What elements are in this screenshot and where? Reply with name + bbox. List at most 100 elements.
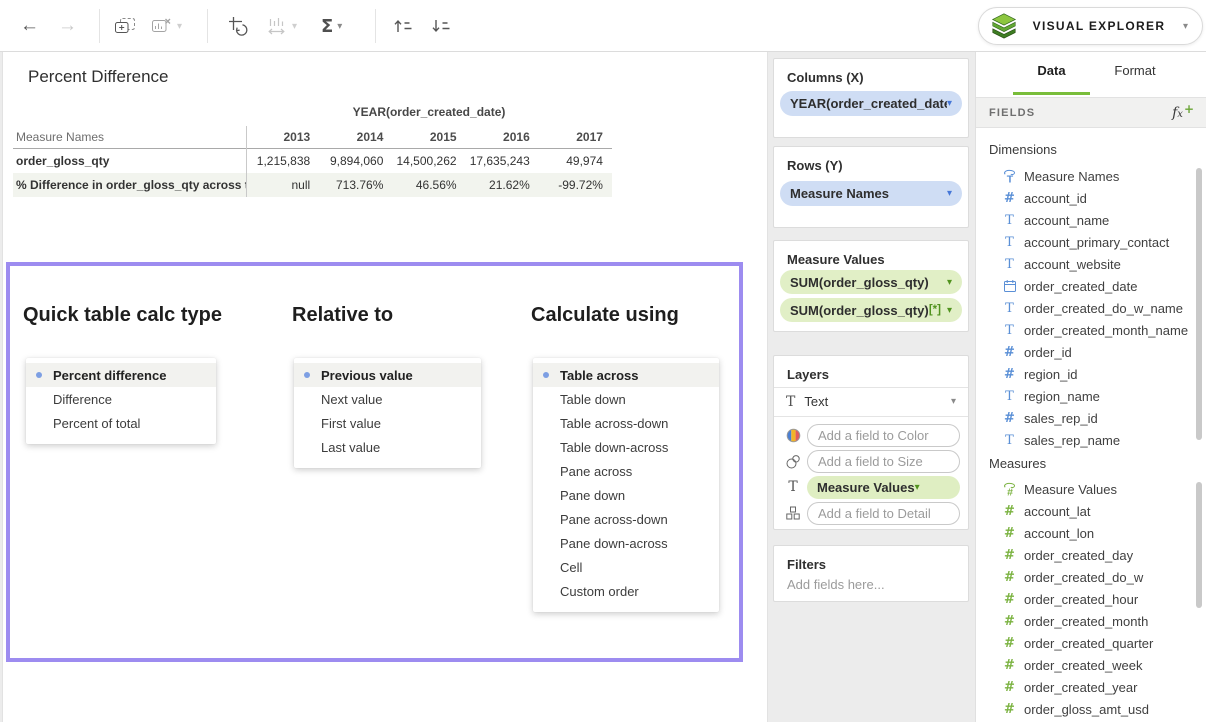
menu-item[interactable]: Last value [294,435,481,459]
dimensions-scrollbar[interactable] [1196,168,1202,440]
field-item[interactable]: #sales_rep_id [976,407,1194,429]
menu-item-label: Pane down-across [560,536,668,551]
calc-section-title: Relative to [292,304,393,327]
layers-title: Layers [787,367,829,382]
menu-item[interactable]: Difference [26,387,216,411]
menu-item[interactable]: Custom order [533,579,719,603]
columns-pill[interactable]: YEAR(order_created_date) ▾ [780,91,962,116]
measures-list: #Measure Values#account_lat#account_lon#… [976,478,1194,722]
color-field-input[interactable]: Add a field to Color [807,424,960,447]
tab-data[interactable]: Data [1013,63,1090,78]
table-calc-panel: Quick table calc typePercent differenceD… [6,262,743,662]
field-item[interactable]: #order_id [976,341,1194,363]
sort-ascending-button[interactable] [392,0,413,52]
detail-field-input[interactable]: Add a field to Detail [807,502,960,525]
table-row: % Difference in order_gloss_qty across t… [13,173,612,197]
swap-axes-button[interactable] [227,0,249,52]
text-encoding-pill[interactable]: Measure Values ▾ [807,476,960,499]
field-item[interactable]: Taccount_primary_contact [976,231,1194,253]
menu-item[interactable]: Table across [533,363,719,387]
text-encoding-row: T Measure Values ▾ [782,475,960,499]
field-item[interactable]: Tregion_name [976,385,1194,407]
measures-scrollbar[interactable] [1196,482,1202,608]
back-button[interactable]: ← [20,0,39,52]
menu-item[interactable]: Pane down-across [533,531,719,555]
table-divider [246,126,247,197]
measure-values-pill-2[interactable]: SUM(order_gloss_qty) [*] ▾ [780,298,962,322]
field-label: order_created_do_w_name [1024,301,1183,316]
tab-format[interactable]: Format [1104,63,1166,78]
selected-dot-icon [304,372,321,378]
year-columns: 20132014201520162017 [246,130,612,144]
menu-item[interactable]: Table across-down [533,411,719,435]
field-item[interactable]: #order_created_day [976,544,1194,566]
field-item[interactable]: #account_lat [976,500,1194,522]
field-label: account_name [1024,213,1109,228]
field-item[interactable]: #order_created_week [976,654,1194,676]
rows-pill[interactable]: Measure Names ▾ [780,181,962,206]
menu-item[interactable]: Next value [294,387,481,411]
add-calculation-button[interactable]: fx+ [1172,105,1193,121]
field-item[interactable]: order_created_date [976,275,1194,297]
cell-value: 49,974 [539,154,612,168]
field-item[interactable]: #order_created_year [976,676,1194,698]
menu-item[interactable]: Pane across [533,459,719,483]
clear-visualization-button[interactable]: ▾ [150,0,182,52]
columns-shelf-title: Columns (X) [787,70,864,85]
aggregation-button[interactable]: Σ ▾ [321,0,342,52]
size-field-input[interactable]: Add a field to Size [807,450,960,473]
number-field-icon: # [1001,658,1018,673]
field-item[interactable]: Tsales_rep_name [976,429,1194,449]
toolbar-divider [207,9,208,43]
fields-header-label: FIELDS [989,107,1172,119]
number-field-icon: # [1001,702,1018,717]
field-item[interactable]: #order_created_month [976,610,1194,632]
number-field-icon: # [1001,680,1018,695]
field-item[interactable]: #order_created_hour [976,588,1194,610]
menu-item[interactable]: Table down-across [533,435,719,459]
new-visualization-button[interactable] [113,0,138,52]
menu-item[interactable]: Table down [533,387,719,411]
menu-item[interactable]: Percent difference [26,363,216,387]
text-field-icon: T [1001,389,1018,404]
field-label: sales_rep_name [1024,433,1120,448]
resize-bars-button[interactable]: ▾ [266,0,297,52]
menu-item[interactable]: Previous value [294,363,481,387]
forward-button[interactable]: → [58,0,77,52]
dimensions-list: TMeasure Names#account_idTaccount_nameTa… [976,165,1194,449]
chevron-down-icon: ▾ [947,277,952,288]
field-item[interactable]: Taccount_name [976,209,1194,231]
measure-values-pill-1[interactable]: SUM(order_gloss_qty) ▾ [780,270,962,294]
field-item[interactable]: #order_gloss_amt_usd [976,698,1194,720]
menu-item[interactable]: Pane down [533,483,719,507]
year-column-header: 2013 [246,130,319,144]
layer-type-selector[interactable]: T Text ▾ [774,387,968,416]
field-item[interactable]: #account_id [976,187,1194,209]
special-text-field-icon: T [1001,169,1018,184]
chevron-down-icon: ▾ [947,188,952,199]
number-field-icon: # [1001,570,1018,585]
visualization-canvas: Percent Difference YEAR(order_created_da… [2,52,768,722]
menu-item[interactable]: Pane across-down [533,507,719,531]
menu-item[interactable]: Percent of total [26,411,216,435]
field-item[interactable]: #order_created_quarter [976,632,1194,654]
field-item[interactable]: TMeasure Names [976,165,1194,187]
calc-menu: Percent differenceDifferencePercent of t… [26,358,216,444]
field-item[interactable]: #order_created_do_w [976,566,1194,588]
measure-pill-label: SUM(order_gloss_qty) [790,275,947,290]
sort-descending-button[interactable] [430,0,451,52]
menu-item[interactable]: First value [294,411,481,435]
selected-dot-icon [36,372,53,378]
field-item[interactable]: #region_id [976,363,1194,385]
field-item[interactable]: #account_lon [976,522,1194,544]
field-item[interactable]: Taccount_website [976,253,1194,275]
filters-placeholder[interactable]: Add fields here... [787,577,885,592]
menu-item-label: Pane across [560,464,632,479]
visual-explorer-button[interactable]: VISUAL EXPLORER ▾ [978,7,1203,45]
field-item[interactable]: Torder_created_do_w_name [976,297,1194,319]
field-item[interactable]: #Measure Values [976,478,1194,500]
field-item[interactable]: Torder_created_month_name [976,319,1194,341]
calc-menu: Table acrossTable downTable across-downT… [533,358,719,612]
menu-item[interactable]: Cell [533,555,719,579]
field-label: order_created_date [1024,279,1137,294]
